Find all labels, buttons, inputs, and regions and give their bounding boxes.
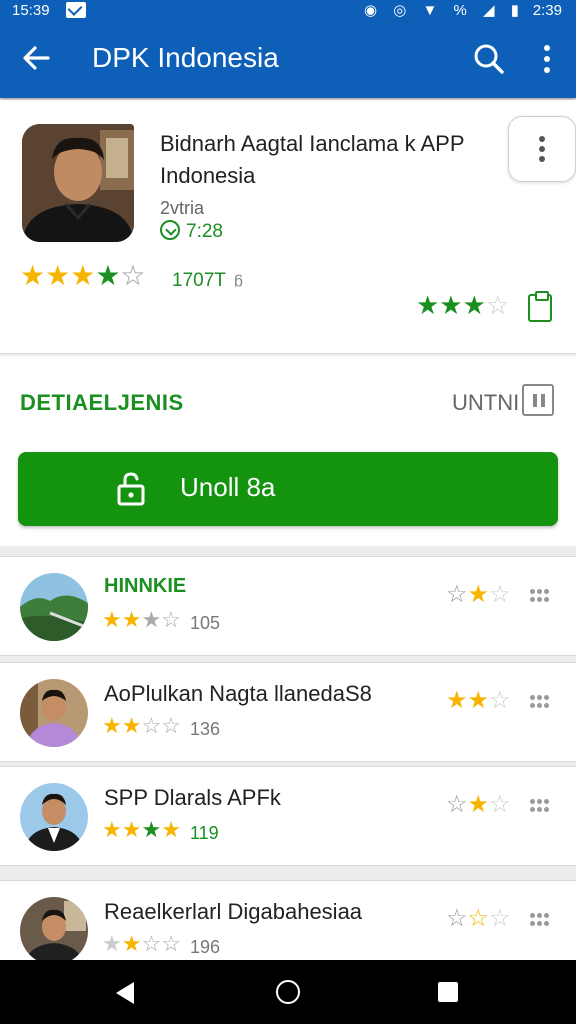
list-item-name: Reaelkerlarl Digabahesiaa <box>104 899 363 924</box>
page-title: DPK Indonesia <box>92 42 279 73</box>
status-clock: 2:39 <box>532 2 562 19</box>
list-item-count: 105 <box>190 613 221 633</box>
search-icon[interactable] <box>472 42 506 76</box>
list-item-name: SPP Dlarals APFk <box>104 785 281 810</box>
app-secondary-stars: ★★★☆ <box>416 290 510 320</box>
avatar <box>20 679 88 747</box>
clipboard-icon[interactable] <box>528 291 552 322</box>
detail-label: DETIAELJENIS <box>20 390 184 415</box>
detail-right-label: UNTNI <box>452 390 520 415</box>
app-rating-stars: ★★★★☆ <box>20 260 146 291</box>
install-button[interactable]: Unoll 8a <box>18 452 558 526</box>
list-item-name: AoPlulkan Nagta llanedaS8 <box>104 681 372 706</box>
nav-back-icon[interactable] <box>116 982 134 1004</box>
list-item-count: 119 <box>190 823 219 843</box>
drag-handle-icon[interactable] <box>530 799 550 813</box>
list-item-stars: ★★★★ <box>102 817 181 842</box>
detail-card: DETIAELJENIS UNTNI Unoll 8a <box>0 356 576 546</box>
list-item[interactable]: Reaelkerlarl Digabahesiaa ★★☆☆ 196 ☆☆☆ <box>0 880 576 965</box>
drag-handle-icon[interactable] <box>530 695 550 709</box>
nav-home-icon[interactable] <box>276 980 300 1004</box>
list-item-stars: ★★☆☆ <box>102 713 181 738</box>
avatar <box>20 573 88 641</box>
app-subtitle: 2vtria <box>160 198 205 218</box>
drag-handle-icon[interactable] <box>530 589 550 603</box>
list-item[interactable]: AoPlulkan Nagta llanedaS8 ★★☆☆ 136 ★★☆ <box>0 662 576 762</box>
app-size-value: 7:28 <box>186 221 223 242</box>
status-icons: ◉ ◎ ▼ % ◢ ▮ <box>364 2 525 19</box>
install-label: Unoll 8a <box>180 472 276 502</box>
navigation-bar <box>0 960 576 1024</box>
list-item-stars: ★★☆☆ <box>102 931 181 956</box>
status-bar: 15:39 ◉ ◎ ▼ % ◢ ▮ 2:39 <box>0 0 576 22</box>
drag-handle-icon[interactable] <box>530 913 550 927</box>
mail-icon <box>66 2 86 18</box>
list-item-rating: ☆☆☆ <box>446 905 511 932</box>
list-item-name: HINNKIE <box>104 575 187 597</box>
lock-open-icon <box>117 472 145 506</box>
pause-icon[interactable] <box>522 384 554 416</box>
list-item[interactable]: HINNKIE ★★★☆ 105 ☆★☆ <box>0 556 576 656</box>
avatar <box>20 783 88 851</box>
clock-icon <box>160 220 180 240</box>
app-bar: DPK Indonesia <box>0 22 576 98</box>
list-item-rating: ☆★☆ <box>446 791 511 818</box>
app-title: Bidnarh Aagtal Ianclama k APP Indonesia <box>160 131 465 188</box>
list-item[interactable]: SPP Dlarals APFk ★★★★ 119 ☆★☆ <box>0 766 576 866</box>
nav-recents-icon[interactable] <box>438 982 458 1002</box>
more-vert-icon <box>539 136 545 162</box>
list-item-count: 196 <box>190 937 221 957</box>
status-time: 15:39 <box>12 2 50 19</box>
app-options-button[interactable] <box>508 116 576 182</box>
app-rating-count: 1707T <box>172 270 226 291</box>
back-arrow-icon[interactable] <box>20 42 52 74</box>
info-icon: ᵷ <box>234 270 243 287</box>
app-size: 7:28 <box>160 220 223 243</box>
more-vert-icon[interactable] <box>536 42 558 76</box>
list-item-rating: ★★☆ <box>446 687 511 714</box>
avatar <box>20 897 88 965</box>
list-item-rating: ☆★☆ <box>446 581 511 608</box>
list-item-stars: ★★★☆ <box>102 607 181 632</box>
app-icon <box>22 124 134 242</box>
app-header-card: Bidnarh Aagtal Ianclama k APP Indonesia … <box>0 100 576 354</box>
list-item-count: 136 <box>190 719 221 739</box>
